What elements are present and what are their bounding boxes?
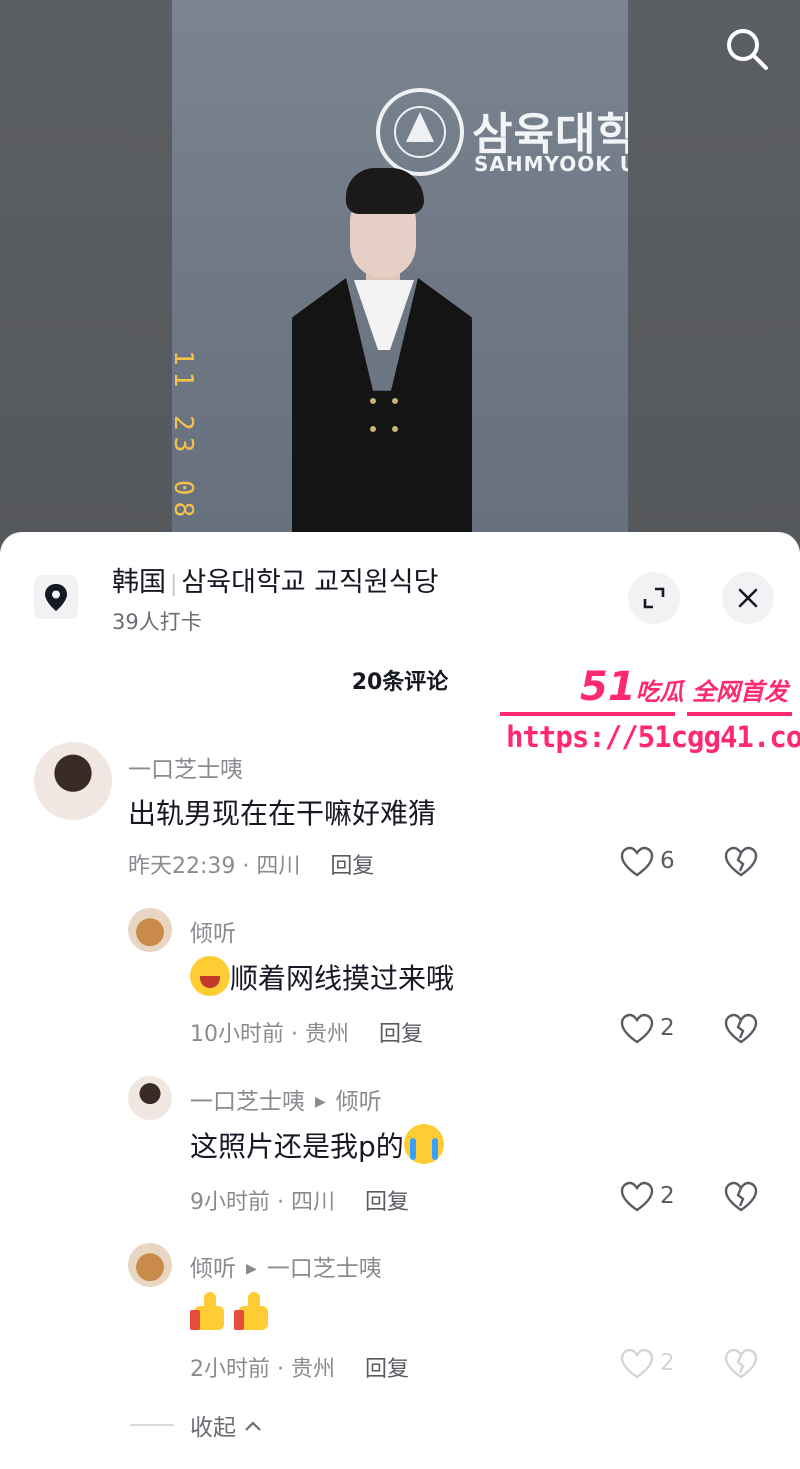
reply-arrow-icon: ▶ xyxy=(315,1094,326,1110)
avatar[interactable] xyxy=(34,742,112,820)
comment-username: 一口芝士咦 ▶ 倾听 xyxy=(190,1082,382,1116)
avatar[interactable] xyxy=(128,1076,172,1120)
broken-heart-icon[interactable] xyxy=(724,846,758,878)
reply-target[interactable]: 一口芝士咦 xyxy=(267,1256,382,1282)
broken-heart-icon[interactable] xyxy=(724,1181,758,1213)
comment-text: 顺着网线摸过来哦 xyxy=(190,956,454,997)
like-count: 2 xyxy=(660,1350,675,1376)
heart-icon[interactable] xyxy=(620,1181,654,1213)
university-emblem-icon xyxy=(376,88,464,176)
avatar[interactable] xyxy=(128,1243,172,1287)
heart-icon[interactable] xyxy=(620,846,654,878)
reply-button[interactable]: 回复 xyxy=(365,1357,409,1382)
heart-icon[interactable] xyxy=(620,1013,654,1045)
heart-icon[interactable] xyxy=(620,1348,654,1380)
reply-target[interactable]: 倾听 xyxy=(336,1089,382,1115)
like-count: 2 xyxy=(660,1015,675,1041)
watermark-line xyxy=(500,712,792,716)
chevron-up-icon xyxy=(245,1421,262,1431)
comment-time-location: 2小时前 · 贵州 xyxy=(190,1357,335,1382)
comment-meta: 2小时前 · 贵州 回复 xyxy=(190,1351,409,1383)
collapse-label: 收起 xyxy=(190,1415,236,1441)
like-count: 6 xyxy=(660,848,675,874)
photo-date-stamp: 11 23 08 xyxy=(168,350,198,524)
comment-time-location: 10小时前 · 贵州 xyxy=(190,1022,349,1047)
close-icon xyxy=(738,588,758,608)
watermark-url: https://51cgg41.com xyxy=(506,720,800,754)
expand-icon xyxy=(643,587,665,609)
reply-button[interactable]: 回复 xyxy=(379,1022,423,1047)
divider: | xyxy=(170,572,178,597)
comment-meta: 昨天22:39 · 四川 回复 xyxy=(128,848,374,880)
post-photo[interactable]: 삼육대학 SAHMYOOK UNIV xyxy=(172,0,628,560)
reply-author[interactable]: 倾听 xyxy=(190,1256,236,1282)
comment-meta: 9小时前 · 四川 回复 xyxy=(190,1184,409,1216)
reply-author[interactable]: 一口芝士咦 xyxy=(190,1089,305,1115)
comment-text xyxy=(190,1290,278,1339)
sign-english-name: SAHMYOOK UNIV xyxy=(474,152,628,176)
reply-button[interactable]: 回复 xyxy=(330,854,374,879)
laughing-emoji-icon xyxy=(190,956,230,996)
checkin-count: 39人打卡 xyxy=(112,610,202,634)
comment-username: 倾听 ▶ 一口芝士咦 xyxy=(190,1249,382,1283)
comment-text: 出轨男现在在干嘛好难猜 xyxy=(128,797,437,830)
avatar[interactable] xyxy=(128,908,172,952)
location-pin-icon xyxy=(34,575,78,619)
reply-arrow-icon: ▶ xyxy=(246,1261,257,1277)
expand-button[interactable] xyxy=(628,572,680,624)
comment-text: 这照片还是我p的 xyxy=(190,1124,444,1165)
comment-time-location: 昨天22:39 · 四川 xyxy=(128,854,301,879)
broken-heart-icon[interactable] xyxy=(724,1013,758,1045)
collapse-replies-button[interactable]: 收起 xyxy=(190,1408,263,1442)
person-figure xyxy=(292,168,472,560)
thumbs-up-emoji-icon xyxy=(234,1290,274,1332)
watermark-logo: 51吃瓜 全网首发 xyxy=(580,664,789,710)
location-country: 韩国 xyxy=(112,567,166,598)
comment-meta: 10小时前 · 贵州 回复 xyxy=(190,1016,423,1048)
location-title[interactable]: 韩国 | 삼육대학교 교직원식당 xyxy=(112,560,438,599)
comment-username[interactable]: 一口芝士咦 xyxy=(128,750,243,784)
broken-heart-icon[interactable] xyxy=(724,1348,758,1380)
thumbs-up-emoji-icon xyxy=(190,1290,230,1332)
like-count: 2 xyxy=(660,1183,675,1209)
close-button[interactable] xyxy=(722,572,774,624)
divider xyxy=(130,1424,174,1426)
search-icon[interactable] xyxy=(724,26,770,72)
crying-emoji-icon xyxy=(403,1124,444,1164)
comment-username[interactable]: 倾听 xyxy=(190,914,236,948)
comment-time-location: 9小时前 · 四川 xyxy=(190,1190,335,1215)
reply-button[interactable]: 回复 xyxy=(365,1190,409,1215)
location-place: 삼육대학교 교직원식당 xyxy=(181,567,439,598)
